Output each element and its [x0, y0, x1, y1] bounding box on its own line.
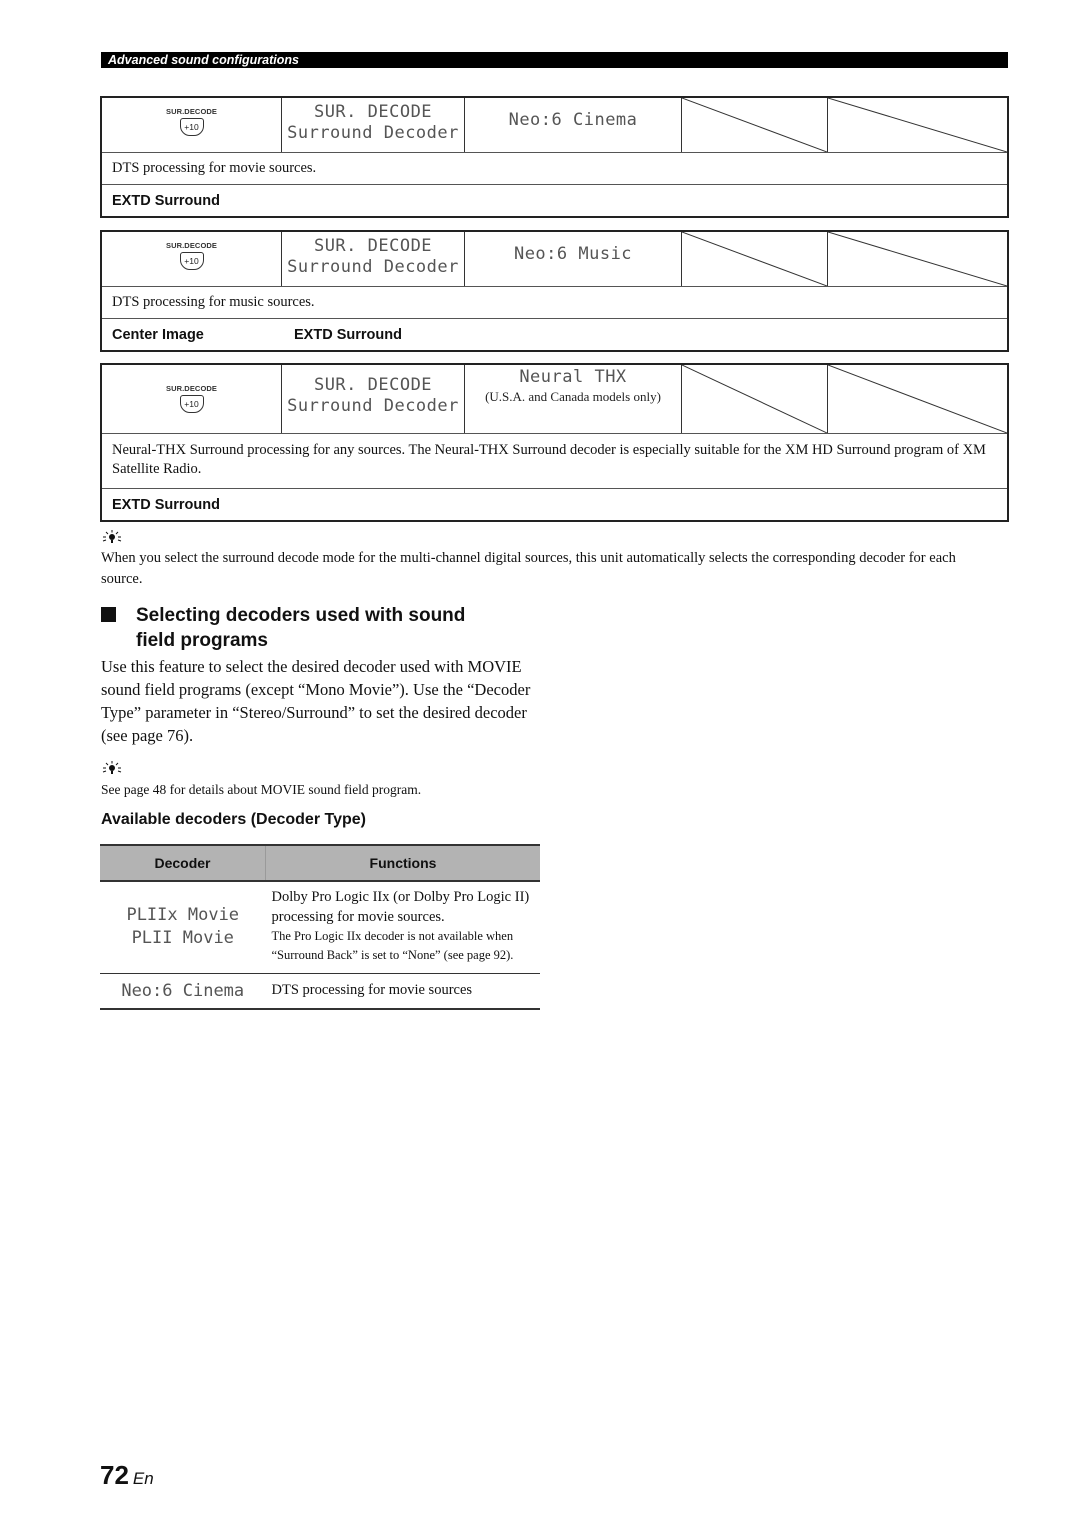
decoder-function: DTS processing for movie sources — [271, 982, 473, 999]
button-cell: SUR.DECODE +10 — [102, 365, 282, 433]
table-row: PLIIx Movie PLII Movie Dolby Pro Logic I… — [100, 881, 540, 974]
heading-square-icon — [101, 607, 116, 622]
section-header-bar: Advanced sound configurations — [101, 52, 1008, 68]
decoder-name: Neo:6 Cinema — [121, 980, 245, 1001]
mode-description: Neural-THX Surround processing for any s… — [102, 434, 1007, 489]
empty-diagonal-cell — [828, 365, 1007, 433]
sur-decode-button-icon: SUR.DECODE +10 — [102, 107, 281, 136]
decoder-name-cell: PLIIx Movie PLII Movie — [100, 881, 266, 974]
mode-cell: Neo:6 Music — [465, 232, 682, 286]
column-header-functions: Functions — [265, 844, 540, 882]
parameter-row: EXTD Surround — [102, 489, 1007, 520]
button-key: +10 — [179, 252, 204, 270]
display-line2: Surround Decoder — [287, 396, 459, 416]
empty-diagonal-cell — [828, 98, 1007, 152]
decoder-name-cell: Neo:6 Cinema — [100, 973, 266, 1010]
display-line2: Surround Decoder — [287, 257, 459, 277]
mode-cell: Neural THX (U.S.A. and Canada models onl… — [465, 365, 682, 433]
button-key: +10 — [179, 118, 204, 136]
decoder-name: PLIIx Movie — [126, 904, 240, 925]
display-line1: SUR. DECODE — [313, 236, 433, 256]
decoders-table: Decoder Functions PLIIx Movie PLII Movie… — [100, 844, 540, 1010]
decoder-name: PLII Movie — [131, 927, 234, 948]
decoder-function-note: The Pro Logic IIx decoder is not availab… — [271, 929, 514, 962]
column-header-decoder: Decoder — [100, 844, 266, 882]
button-label: SUR.DECODE — [165, 107, 217, 116]
page-number: 72 En — [100, 1460, 154, 1491]
parameter-label: EXTD Surround — [294, 326, 402, 343]
decoder-function-cell: DTS processing for movie sources — [265, 973, 540, 1010]
mode-note: (U.S.A. and Canada models only) — [485, 389, 661, 404]
mode-table-neo6-cinema: SUR.DECODE +10 SUR. DECODE Surround Deco… — [100, 96, 1009, 218]
section-heading: Selecting decoders used with sound field… — [101, 603, 465, 653]
display-line2: Surround Decoder — [287, 123, 459, 143]
button-cell: SUR.DECODE +10 — [102, 232, 282, 286]
display-line1: SUR. DECODE — [313, 102, 433, 122]
section-header-title: Advanced sound configurations — [108, 53, 299, 67]
parameter-label: Center Image — [112, 326, 204, 343]
page-language: En — [132, 1469, 154, 1488]
parameter-row: Center Image EXTD Surround — [102, 319, 1007, 350]
heading-line1: Selecting decoders used with sound — [136, 605, 466, 626]
tip-text: When you select the surround decode mode… — [101, 550, 956, 587]
parameter-label: EXTD Surround — [112, 496, 220, 513]
mode-table-neural-thx: SUR.DECODE +10 SUR. DECODE Surround Deco… — [100, 363, 1009, 522]
tip-lightbulb-icon — [102, 530, 122, 543]
button-key: +10 — [179, 395, 204, 413]
display-cell: SUR. DECODE Surround Decoder — [282, 98, 465, 152]
button-label: SUR.DECODE — [165, 241, 217, 250]
button-label: SUR.DECODE — [165, 384, 217, 393]
display-cell: SUR. DECODE Surround Decoder — [282, 232, 465, 286]
table-row: Neo:6 Cinema DTS processing for movie so… — [100, 973, 540, 1010]
decoders-subtitle: Available decoders (Decoder Type) — [101, 811, 366, 828]
mode-name: Neural THX — [519, 367, 627, 387]
section-body: Use this feature to select the desired d… — [101, 657, 531, 745]
empty-diagonal-cell — [828, 232, 1007, 286]
mode-description: DTS processing for movie sources. — [102, 153, 1007, 185]
button-cell: SUR.DECODE +10 — [102, 98, 282, 152]
display-cell: SUR. DECODE Surround Decoder — [282, 365, 465, 433]
mode-name: Neo:6 Cinema — [508, 110, 638, 130]
mode-description: DTS processing for music sources. — [102, 287, 1007, 319]
heading-line2: field programs — [136, 630, 268, 651]
sur-decode-button-icon: SUR.DECODE +10 — [102, 241, 281, 270]
empty-diagonal-cell — [682, 98, 828, 152]
mode-name: Neo:6 Music — [513, 244, 633, 264]
tip-lightbulb-icon — [102, 761, 122, 774]
mode-cell: Neo:6 Cinema — [465, 98, 682, 152]
empty-diagonal-cell — [682, 365, 828, 433]
display-line1: SUR. DECODE — [313, 375, 433, 395]
page-number-value: 72 — [100, 1460, 129, 1490]
decoder-function: Dolby Pro Logic IIx (or Dolby Pro Logic … — [271, 889, 530, 925]
empty-diagonal-cell — [682, 232, 828, 286]
parameter-label: EXTD Surround — [112, 192, 220, 209]
decoder-function-cell: Dolby Pro Logic IIx (or Dolby Pro Logic … — [265, 881, 540, 974]
parameter-row: EXTD Surround — [102, 185, 1007, 216]
mode-table-neo6-music: SUR.DECODE +10 SUR. DECODE Surround Deco… — [100, 230, 1009, 352]
sur-decode-button-icon: SUR.DECODE +10 — [102, 384, 281, 413]
tip-text: See page 48 for details about MOVIE soun… — [101, 782, 422, 797]
